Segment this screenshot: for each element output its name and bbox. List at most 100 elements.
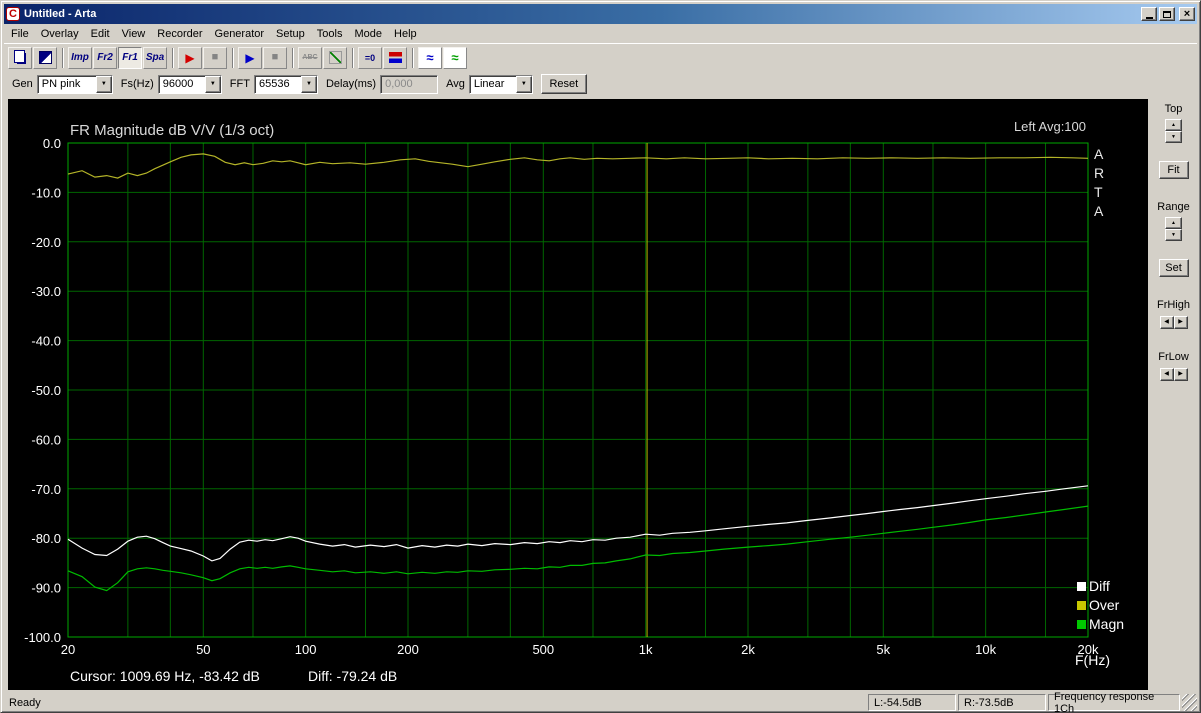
y-tick-label: -20.0 [31,235,61,250]
y-tick-label: -10.0 [31,185,61,200]
menu-generator[interactable]: Generator [209,26,271,42]
x-tick-label: 50 [196,642,210,657]
menu-view[interactable]: View [116,26,152,42]
sine-generator-button[interactable]: ≈ [418,46,442,69]
menu-tools[interactable]: Tools [311,26,349,42]
channel-info: Left Avg:100 [1014,119,1086,134]
fft-size-select[interactable]: 65536 ▼ [253,74,318,94]
calibrate-button[interactable]: ABC [298,46,322,69]
status-mode: Frequency response 1Ch [1048,691,1180,713]
close-button[interactable]: × [1179,7,1195,21]
arta-app-icon: C [6,7,20,21]
frlow-right-button[interactable]: ▶ [1173,368,1188,381]
averaging-select[interactable]: Linear ▼ [468,74,533,94]
fr2-mode-button[interactable]: Fr2 [93,46,117,69]
generator-value: PN pink [41,77,81,90]
curve-diff [67,485,1089,562]
scale-button[interactable] [323,46,347,69]
menu-help[interactable]: Help [388,26,423,42]
sample-rate-dropdown-icon[interactable]: ▼ [204,75,221,93]
set-button[interactable]: Set [1158,259,1189,277]
avg-label: Avg [446,78,465,90]
x-tick-label: 5k [876,642,890,657]
fit-button[interactable]: Fit [1158,161,1189,179]
spa-mode-button[interactable]: Spa [143,46,167,69]
resize-grip[interactable] [1182,694,1197,711]
minimize-button[interactable] [1141,7,1157,21]
menu-file[interactable]: File [5,26,35,42]
window-controls: × [1141,7,1195,21]
main-area: 0.0 -10.0 -20.0 -30.0 -40.0 -50.0 -60.0 -70.0 -8… [4,97,1197,692]
menu-overlay[interactable]: Overlay [35,26,85,42]
title-bar[interactable]: C Untitled - Arta × [4,4,1197,24]
new-file-icon [13,50,25,63]
stop-record-button[interactable]: ■ [203,46,227,69]
graph-control-panel: Top ▲ ▼ Fit Range ▲ ▼ Set FrHigh ◀ ▶ FrL… [1150,99,1197,690]
frhigh-right-button[interactable]: ▶ [1173,316,1188,329]
chart-area: 0.0 -10.0 -20.0 -30.0 -40.0 -50.0 -60.0 -70.0 -8… [8,99,1148,690]
watermark-letter: A [1094,203,1104,219]
chart-title: FR Magnitude dB V/V (1/3 oct) [70,122,274,139]
frlow-left-button[interactable]: ◀ [1159,368,1174,381]
x-axis-label: F(Hz) [1075,652,1110,668]
new-file-button[interactable] [8,46,32,69]
fft-dropdown-icon[interactable]: ▼ [300,75,317,93]
fr2-mode-label: Fr2 [97,52,113,63]
curve-magn [67,505,1089,592]
signal-window-icon [38,51,52,64]
green-wave-icon: ≈ [451,49,459,65]
stop-play-button[interactable]: ■ [263,46,287,69]
fs-label: Fs(Hz) [120,78,154,90]
y-tick-label: -90.0 [31,581,61,596]
top-down-button[interactable]: ▼ [1165,131,1182,143]
impulse-mode-button[interactable]: Imp [68,46,92,69]
range-down-button[interactable]: ▼ [1165,229,1182,241]
range-up-button[interactable]: ▲ [1165,217,1182,229]
generator-select[interactable]: PN pink ▼ [36,74,113,94]
menu-recorder[interactable]: Recorder [151,26,208,42]
legend-label-over: Over [1089,597,1120,613]
toolbar-separator [232,47,234,68]
signal-window-button[interactable] [33,46,57,69]
reset-button[interactable]: Reset [540,74,587,94]
y-tick-label: -40.0 [31,334,61,349]
curve-over [67,153,1089,179]
fr-magnitude-chart[interactable]: 0.0 -10.0 -20.0 -30.0 -40.0 -50.0 -60.0 -70.0 -8… [8,99,1148,690]
maximize-button[interactable] [1159,7,1175,21]
frhigh-left-button[interactable]: ◀ [1159,316,1174,329]
frhigh-spinner: ◀ ▶ [1159,316,1188,329]
level-zero-button[interactable]: =0 [358,46,382,69]
main-toolbar: Imp Fr2 Fr1 Spa ▶ ■ ▶ ■ ABC =0 ≈ ≈ [4,43,1197,71]
menu-edit[interactable]: Edit [85,26,116,42]
top-up-button[interactable]: ▲ [1165,119,1182,131]
y-tick-label: -70.0 [31,482,61,497]
x-tick-label: 500 [532,642,554,657]
toolbar-separator [62,47,64,68]
top-spinner: ▲ ▼ [1165,119,1182,143]
legend-label-diff: Diff [1089,578,1110,594]
top-label: Top [1164,103,1183,115]
fr1-mode-button[interactable]: Fr1 [118,46,142,69]
x-tick-label: 10k [975,642,996,657]
record-icon: ▶ [185,50,195,65]
play-button[interactable]: ▶ [238,46,262,69]
frlow-spinner: ◀ ▶ [1159,368,1188,381]
delay-input[interactable] [380,74,439,94]
watermark-letter: R [1094,165,1104,181]
status-right-level: R:-73.5dB [958,694,1046,711]
range-label: Range [1157,201,1190,213]
level-bars-button[interactable] [383,46,407,69]
averaging-dropdown-icon[interactable]: ▼ [515,75,532,93]
wave-generator-button[interactable]: ≈ [443,46,467,69]
menu-mode[interactable]: Mode [348,26,388,42]
stop-play-icon: ■ [271,51,279,63]
level-zero-icon: =0 [364,52,376,63]
y-tick-label: 0.0 [43,136,61,151]
fft-label: FFT [229,78,250,90]
sample-rate-select[interactable]: 96000 ▼ [157,74,222,94]
toolbar-separator [352,47,354,68]
menu-setup[interactable]: Setup [270,26,311,42]
record-button[interactable]: ▶ [178,46,202,69]
arta-window: C Untitled - Arta × File Overlay Edit Vi… [0,0,1201,713]
generator-dropdown-icon[interactable]: ▼ [95,75,112,93]
